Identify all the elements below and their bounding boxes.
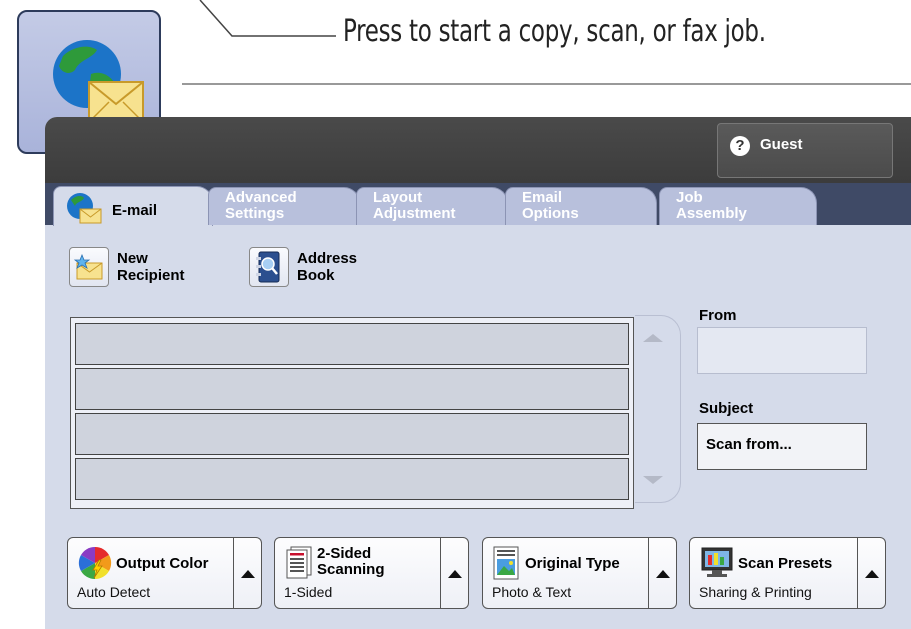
address-book-icon-box [249,247,289,287]
arrow-up-icon [241,570,255,578]
status-bar: ? Guest [45,117,911,183]
recipient-list [70,317,634,509]
recipient-scrollbar[interactable] [635,315,681,503]
new-recipient-icon-box [69,247,109,287]
original-type-arrow[interactable] [649,537,677,609]
original-type-title: Original Type [525,555,620,572]
from-field[interactable] [697,327,867,374]
two-sided-scanning-title: 2-Sided Scanning [317,545,385,578]
address-book-label: Address Book [297,250,358,284]
output-color-title: Output Color [116,555,209,572]
recipient-row[interactable] [75,368,629,410]
tab-label: Email Options [522,189,579,222]
scan-presets-title: Scan Presets [738,555,833,572]
original-type-button[interactable]: Original Type Photo & Text [482,537,649,609]
arrow-up-icon [656,570,670,578]
tab-label: Layout Adjustment [373,189,456,222]
new-recipient-label: New Recipient [117,250,185,284]
from-label: From [699,307,737,324]
two-sided-scanning-button[interactable]: 2-Sided Scanning 1-Sided [274,537,441,609]
color-wheel-icon [78,546,112,580]
recipient-row[interactable] [75,458,629,500]
tab-email[interactable]: E-mail [53,186,213,226]
guest-login-button[interactable]: ? Guest [717,123,893,178]
address-book-icon [256,251,280,283]
output-color-button[interactable]: Output Color Auto Detect [67,537,234,609]
output-color-arrow[interactable] [234,537,262,609]
address-book-button[interactable]: Address Book [249,245,357,289]
tab-email-options[interactable]: Email Options [505,187,657,225]
tab-layout-adjustment[interactable]: Layout Adjustment [356,187,508,225]
arrow-up-icon [865,570,879,578]
scan-presets-arrow[interactable] [858,537,886,609]
recipient-row[interactable] [75,323,629,365]
recipient-row[interactable] [75,413,629,455]
monitor-presets-icon [701,547,733,577]
photo-document-icon [493,546,519,580]
tab-advanced-settings[interactable]: Advanced Settings [208,187,360,225]
guest-label: Guest [760,136,803,153]
original-type-value: Photo & Text [492,584,572,600]
subject-label: Subject [699,400,754,417]
scroll-down-icon[interactable] [643,476,663,484]
tab-label: E-mail [112,202,158,219]
arrow-up-icon [448,570,462,578]
scroll-up-icon[interactable] [643,334,663,342]
new-recipient-button[interactable]: New Recipient [69,245,185,289]
duplex-page-icon [286,546,312,579]
email-screen-panel: ? Guest E-mail Advanced Settings Layout … [45,117,911,629]
subject-field[interactable]: Scan from... [697,423,867,470]
callout-text: Press to start a copy, scan, or fax job. [343,14,766,49]
output-color-value: Auto Detect [77,584,151,600]
two-sided-scanning-value: 1-Sided [284,584,333,600]
scan-presets-value: Sharing & Printing [699,584,812,600]
tab-bar: E-mail Advanced Settings Layout Adjustme… [45,183,911,226]
tab-label: Advanced Settings [225,189,297,222]
help-person-icon: ? [730,136,750,156]
scan-presets-button[interactable]: Scan Presets Sharing & Printing [689,537,858,609]
email-globe-icon [67,193,102,224]
tab-job-assembly[interactable]: Job Assembly [659,187,817,225]
two-sided-arrow[interactable] [441,537,469,609]
tab-label: Job Assembly [676,189,747,222]
new-envelope-icon [74,254,103,280]
